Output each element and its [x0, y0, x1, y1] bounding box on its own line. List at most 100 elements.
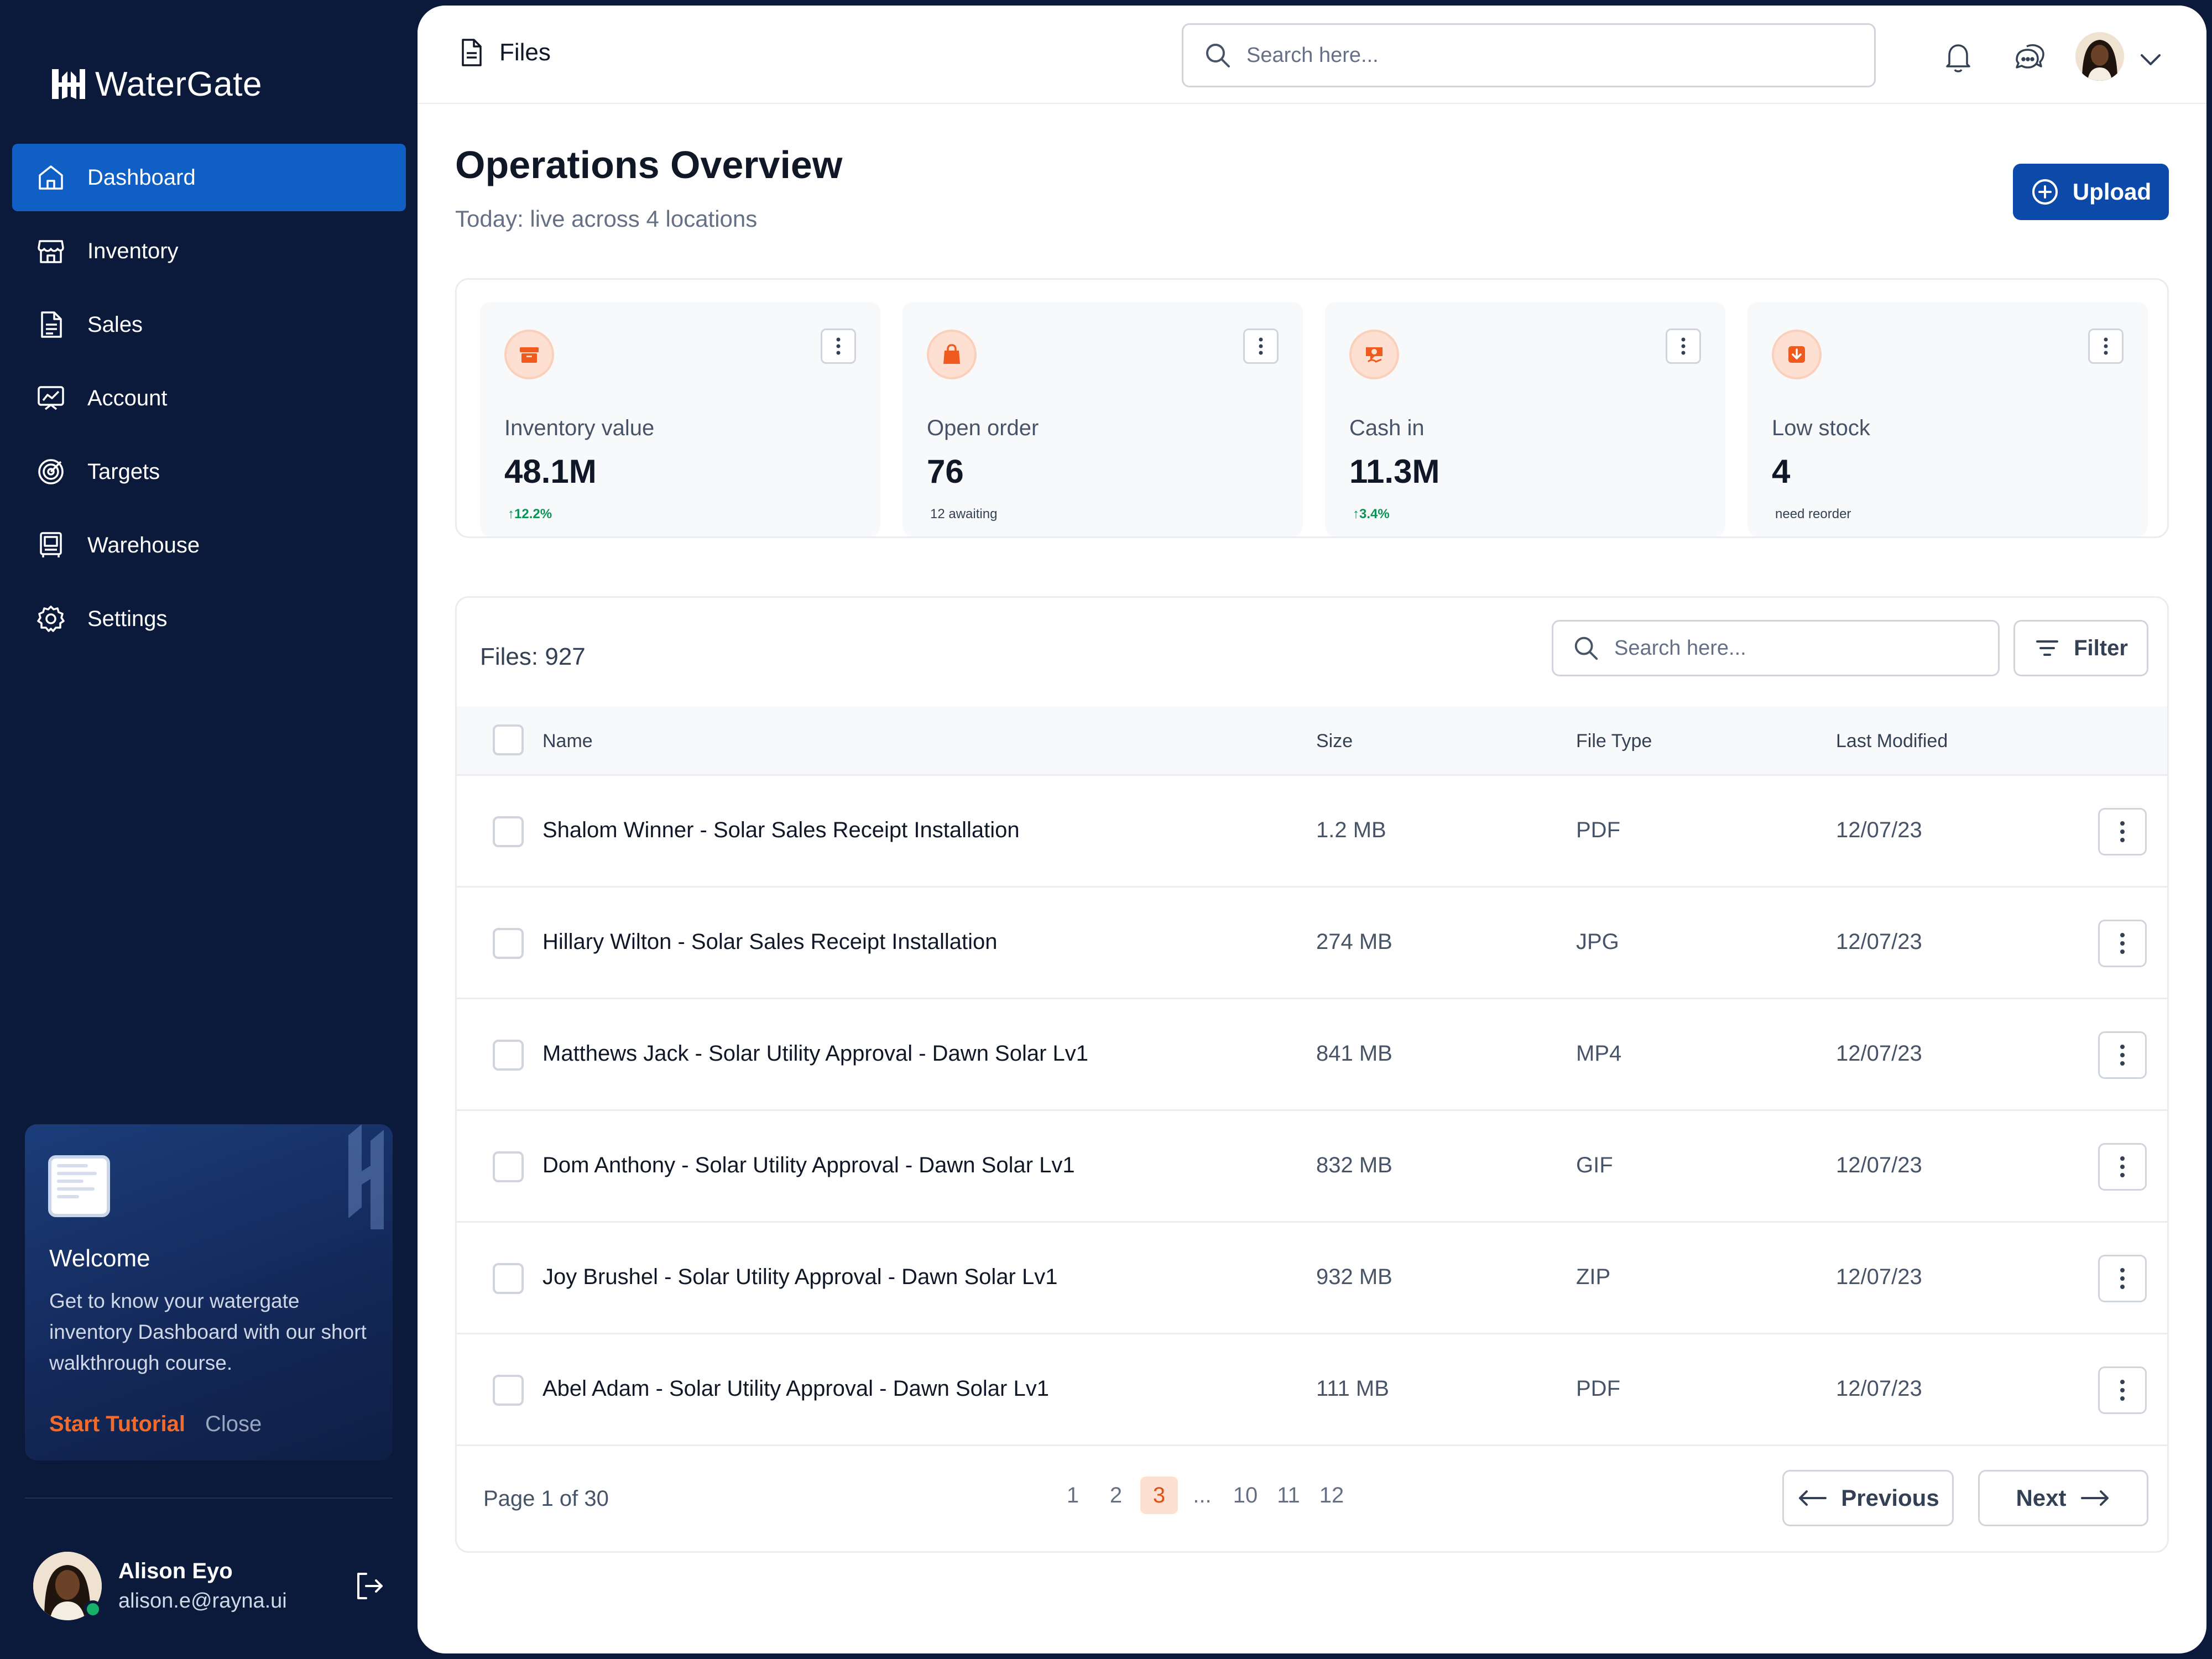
- search-icon: [1574, 637, 1598, 660]
- next-page-button[interactable]: Next: [1978, 1470, 2148, 1526]
- stat-menu-button[interactable]: [2088, 328, 2124, 364]
- table-row[interactable]: Matthews Jack - Solar Utility Approval -…: [457, 999, 2167, 1111]
- row-menu-button[interactable]: [2098, 920, 2147, 967]
- start-tutorial-link[interactable]: Start Tutorial: [49, 1412, 185, 1437]
- table-row[interactable]: Dom Anthony - Solar Utility Approval - D…: [457, 1111, 2167, 1223]
- more-vertical-icon: [2104, 337, 2108, 355]
- archive-icon: [504, 330, 554, 379]
- table-row[interactable]: Joy Brushel - Solar Utility Approval - D…: [457, 1223, 2167, 1334]
- page-numbers: 1 2 3 ... 10 11 12: [1054, 1477, 1350, 1514]
- page-indicator: Page 1 of 30: [483, 1486, 609, 1511]
- logout-icon[interactable]: [352, 1568, 387, 1604]
- stat-menu-button[interactable]: [821, 328, 856, 364]
- files-search[interactable]: [1552, 620, 2000, 676]
- column-header-file-type[interactable]: File Type: [1576, 731, 1652, 752]
- row-checkbox[interactable]: [493, 1375, 524, 1406]
- file-modified: 12/07/23: [1836, 818, 1922, 842]
- global-search-input[interactable]: [1246, 43, 1874, 67]
- previous-page-button[interactable]: Previous: [1782, 1470, 1954, 1526]
- more-vertical-icon: [2120, 1045, 2125, 1066]
- file-size: 841 MB: [1316, 1041, 1392, 1066]
- more-vertical-icon: [1681, 337, 1686, 355]
- row-menu-button[interactable]: [2098, 1366, 2147, 1414]
- page-ellipsis: ...: [1193, 1483, 1212, 1507]
- user-avatar-icon: [2075, 32, 2124, 81]
- sidebar-item-inventory[interactable]: Inventory: [12, 217, 406, 285]
- brand-logo[interactable]: WaterGate: [50, 61, 262, 107]
- more-vertical-icon: [836, 337, 841, 355]
- column-header-name[interactable]: Name: [542, 731, 593, 752]
- table-row[interactable]: Hillary Wilton - Solar Sales Receipt Ins…: [457, 888, 2167, 999]
- stat-menu-button[interactable]: [1666, 328, 1701, 364]
- upload-button[interactable]: Upload: [2013, 164, 2169, 220]
- sidebar-item-warehouse[interactable]: Warehouse: [12, 512, 406, 579]
- select-all-checkbox[interactable]: [493, 724, 524, 755]
- row-checkbox[interactable]: [493, 1040, 524, 1071]
- notifications-button[interactable]: [1940, 40, 1976, 75]
- close-welcome-link[interactable]: Close: [205, 1412, 262, 1437]
- table-row[interactable]: Shalom Winner - Solar Sales Receipt Inst…: [457, 776, 2167, 888]
- sidebar-item-account[interactable]: Account: [12, 364, 406, 432]
- sidebar: WaterGate Dashboard Inventory Sales Acco…: [0, 0, 418, 1659]
- more-vertical-icon: [2120, 821, 2125, 842]
- sidebar-item-targets[interactable]: Targets: [12, 438, 406, 505]
- row-checkbox[interactable]: [493, 816, 524, 847]
- files-panel: Files: 927 Filter Name Size File Type La…: [455, 596, 2169, 1553]
- file-name: Joy Brushel - Solar Utility Approval - D…: [542, 1265, 1058, 1289]
- welcome-card: Welcome Get to know your watergate inven…: [25, 1124, 393, 1460]
- stats-panel: Inventory value 48.1M ↑12.2% Open order …: [455, 278, 2169, 538]
- file-type: ZIP: [1576, 1265, 1611, 1289]
- stat-label: Cash in: [1349, 416, 1425, 440]
- row-menu-button[interactable]: [2098, 1031, 2147, 1079]
- table-row[interactable]: Abel Adam - Solar Utility Approval - Daw…: [457, 1334, 2167, 1446]
- chevron-down-icon[interactable]: [2138, 48, 2163, 72]
- bell-icon: [1946, 44, 1970, 72]
- row-menu-button[interactable]: [2098, 1143, 2147, 1191]
- stat-card-cash-in: Cash in 11.3M ↑3.4%: [1325, 302, 1725, 536]
- page-link-current[interactable]: 3: [1140, 1477, 1178, 1514]
- next-label: Next: [2016, 1485, 2067, 1511]
- file-icon: [462, 39, 482, 66]
- page-link[interactable]: 2: [1097, 1477, 1135, 1514]
- row-checkbox[interactable]: [493, 928, 524, 959]
- file-modified: 12/07/23: [1836, 930, 1922, 954]
- sidebar-item-label: Targets: [87, 459, 160, 484]
- files-search-input[interactable]: [1614, 636, 1998, 660]
- row-menu-button[interactable]: [2098, 1255, 2147, 1302]
- row-menu-button[interactable]: [2098, 808, 2147, 855]
- file-type: PDF: [1576, 818, 1620, 842]
- messages-button[interactable]: [2012, 40, 2048, 75]
- page-link[interactable]: 12: [1313, 1477, 1350, 1514]
- column-header-size[interactable]: Size: [1316, 731, 1353, 752]
- page-crumb: Files: [456, 38, 551, 67]
- header-avatar[interactable]: [2075, 32, 2124, 81]
- page-link[interactable]: 1: [1054, 1477, 1092, 1514]
- page-link[interactable]: 10: [1227, 1477, 1264, 1514]
- page-link[interactable]: 11: [1270, 1477, 1307, 1514]
- more-vertical-icon: [2120, 1380, 2125, 1401]
- file-size: 111 MB: [1316, 1376, 1389, 1401]
- download-box-icon: [1772, 330, 1822, 379]
- stat-label: Open order: [927, 416, 1039, 440]
- target-icon: [36, 457, 65, 486]
- stat-value: 11.3M: [1349, 453, 1440, 490]
- row-checkbox[interactable]: [493, 1263, 524, 1294]
- home-icon: [36, 163, 65, 192]
- plus-circle-icon: [2032, 179, 2058, 205]
- sidebar-item-settings[interactable]: Settings: [12, 585, 406, 653]
- stat-trend: ↑3.4%: [1353, 507, 1390, 521]
- stat-menu-button[interactable]: [1243, 328, 1279, 364]
- column-header-last-modified[interactable]: Last Modified: [1836, 731, 1948, 752]
- sidebar-item-sales[interactable]: Sales: [12, 291, 406, 358]
- global-search[interactable]: [1182, 23, 1876, 87]
- file-modified: 12/07/23: [1836, 1041, 1922, 1066]
- filter-button[interactable]: Filter: [2013, 620, 2148, 676]
- welcome-text: Get to know your watergate inventory Das…: [49, 1290, 367, 1374]
- user-profile[interactable]: Alison Eyo alison.e@rayna.ui: [33, 1552, 387, 1620]
- file-size: 1.2 MB: [1316, 818, 1386, 842]
- sidebar-item-dashboard[interactable]: Dashboard: [12, 144, 406, 211]
- user-info: Alison Eyo alison.e@rayna.ui: [118, 1559, 287, 1613]
- search-icon: [1206, 44, 1230, 67]
- row-checkbox[interactable]: [493, 1151, 524, 1182]
- stat-value: 4: [1772, 453, 1791, 490]
